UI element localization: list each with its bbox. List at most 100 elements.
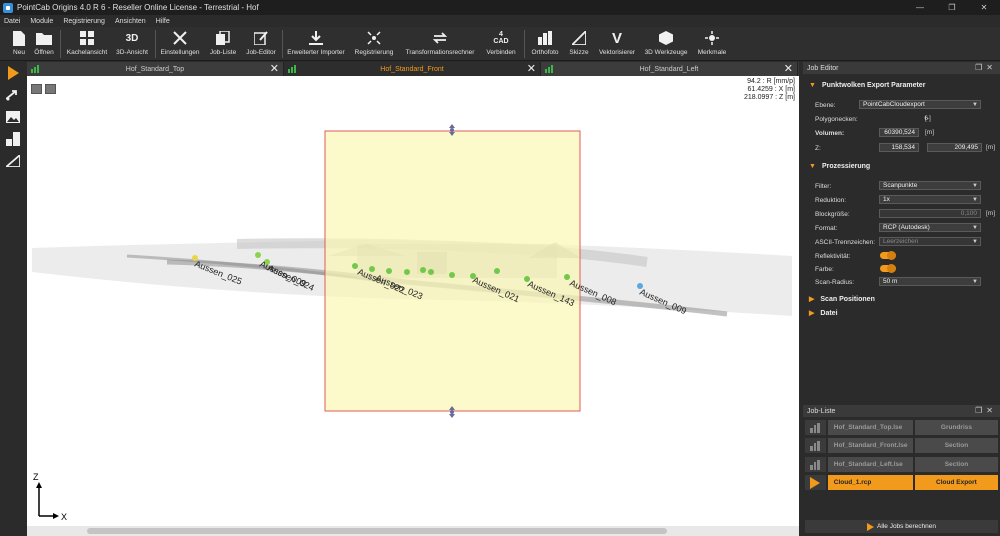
scrollbar-thumb[interactable]: [87, 528, 667, 534]
tab-hof-standard-front[interactable]: Hof_Standard_Front ✕: [284, 62, 541, 76]
reduktion-dropdown[interactable]: 1x ▼: [879, 195, 981, 204]
format-dropdown[interactable]: RCP (Autodesk) ▼: [879, 223, 981, 232]
window-title: PointCab Origins 4.0 R 6 - Reseller Onli…: [17, 3, 259, 12]
tab-hof-standard-left[interactable]: Hof_Standard_Left ✕: [541, 62, 798, 76]
dropdown-arrow-icon: ▼: [972, 239, 978, 245]
z-max-field[interactable]: 209,495: [927, 143, 982, 152]
section-processing[interactable]: ▼ Prozessierung: [809, 163, 870, 170]
tile-view-button[interactable]: Kachelansicht: [64, 29, 110, 59]
row-farbe: Farbe:: [815, 265, 834, 273]
dropdown-arrow-icon: ▼: [972, 183, 978, 189]
left-toolbar: [0, 62, 26, 536]
3d-view-button[interactable]: 3D 3D-Ansicht: [114, 29, 150, 59]
section-scan-positions[interactable]: ▶ Scan Positionen: [809, 295, 875, 304]
job-view-icon: [810, 422, 821, 433]
image-tool[interactable]: [0, 106, 26, 128]
orthophoto-icon: [538, 31, 552, 45]
farbe-toggle[interactable]: [880, 264, 896, 273]
job-list-title: Job-Liste: [807, 407, 836, 415]
z-unit: [m]: [986, 144, 996, 151]
panel-controls[interactable]: ❐✕: [975, 62, 997, 74]
menu-module[interactable]: Module: [30, 18, 53, 25]
calculate-all-jobs-button[interactable]: Alle Jobs berechnen: [805, 520, 998, 533]
settings-button[interactable]: Einstellungen: [159, 29, 201, 59]
job-list-header: Job-Liste ❐✕: [803, 405, 1000, 417]
toolbar-separator: [155, 30, 156, 58]
job-list-button[interactable]: Job-Liste: [205, 29, 241, 59]
main-toolbar: Neu Öffnen Kachelansicht 3D 3D-Ansicht E…: [0, 27, 1000, 61]
features-button[interactable]: Merkmale: [694, 29, 730, 59]
tab-close-icon[interactable]: ✕: [270, 62, 279, 76]
registration-button[interactable]: Registrierung: [352, 29, 396, 59]
play-icon: [867, 522, 875, 531]
vectorizer-button[interactable]: V Vektorisierer: [596, 29, 638, 59]
tab-hof-standard-top[interactable]: Hof_Standard_Top ✕: [27, 62, 284, 76]
point-cloud-drawing: Aussen_025 Aussen_009 Aussen_024 Aussen_…: [32, 124, 792, 522]
title-bar: PointCab Origins 4.0 R 6 - Reseller Onli…: [0, 0, 1000, 15]
menu-ansichten[interactable]: Ansichten: [115, 18, 146, 25]
volumen-field[interactable]: 60390,524: [879, 128, 919, 137]
section-file[interactable]: ▶ Datei: [809, 309, 838, 318]
job-row[interactable]: Hof_Standard_Top.lse Grundriss: [805, 420, 998, 435]
maximize-icon[interactable]: ❐: [936, 0, 968, 15]
horizontal-scrollbar[interactable]: [27, 526, 799, 536]
job-editor-button[interactable]: Job-Editor: [243, 29, 279, 59]
ebene-dropdown[interactable]: PointCabCloudexport ▼: [859, 100, 981, 109]
job-row[interactable]: Hof_Standard_Front.lse Section: [805, 438, 998, 453]
dropdown-arrow-icon: ▼: [972, 279, 978, 285]
transformation-button[interactable]: Transformationsrechner: [402, 29, 478, 59]
cube-icon: [659, 31, 673, 45]
move-tool[interactable]: [0, 84, 26, 106]
filter-dropdown[interactable]: Scanpunkte ▼: [879, 181, 981, 190]
measure-tool[interactable]: [0, 150, 26, 172]
volumen-unit: [m]: [925, 129, 935, 136]
menu-registrierung[interactable]: Registrierung: [63, 18, 105, 25]
tab-close-icon[interactable]: ✕: [527, 62, 536, 76]
job-editor-icon: [254, 31, 268, 45]
menu-hilfe[interactable]: Hilfe: [156, 18, 170, 25]
sketch-icon: [572, 31, 586, 45]
select-tool[interactable]: [0, 62, 26, 84]
tab-close-icon[interactable]: ✕: [784, 62, 793, 76]
play-select-icon: [8, 66, 19, 80]
section-export-params[interactable]: ▼ Punktwolken Export Parameter: [809, 82, 925, 89]
new-file-icon: [13, 30, 25, 46]
open-button[interactable]: Öffnen: [32, 29, 56, 59]
expand-arrow-icon: ▶: [809, 296, 815, 303]
vectorizer-icon: V: [611, 29, 622, 47]
collapse-arrow-icon: ▼: [809, 163, 816, 170]
job-row[interactable]: Hof_Standard_Left.lse Section: [805, 457, 998, 472]
move-arrow-icon: [6, 90, 17, 101]
view-tab-icon: [31, 65, 39, 73]
advanced-importer-button[interactable]: Erweiterter Importer: [285, 29, 347, 59]
point-cloud-viewport[interactable]: 94.2 : R [mm/p] 61.4259 : X [m] 218.0997…: [27, 76, 799, 526]
3d-tools-button[interactable]: 3D Werkzeuge: [642, 29, 690, 59]
job-row-active[interactable]: Cloud_1.rcp Cloud Export: [805, 475, 998, 490]
scan-radius-dropdown[interactable]: 50 m ▼: [879, 277, 981, 286]
close-icon[interactable]: ✕: [968, 0, 1000, 15]
blockgroesse-field[interactable]: 0,100: [879, 209, 981, 218]
collapse-arrow-icon: ▼: [809, 82, 816, 89]
job-editor-header: Job Editor ❐✕: [803, 62, 1000, 74]
reflektivitaet-toggle[interactable]: [880, 251, 896, 260]
menu-datei[interactable]: Datei: [4, 18, 20, 25]
tab-label: Hof_Standard_Top: [125, 65, 185, 73]
sketch-button[interactable]: Skizze: [566, 29, 592, 59]
orthophoto-button[interactable]: Orthofoto: [528, 29, 562, 59]
registration-icon: [367, 31, 381, 45]
z-min-field[interactable]: 158,534: [879, 143, 919, 152]
connect-button[interactable]: 4 CAD Verbinden: [483, 29, 519, 59]
toolbar-separator: [524, 30, 525, 58]
new-button[interactable]: Neu: [9, 29, 29, 59]
play-icon: [810, 476, 821, 489]
axis-x-label: X: [61, 512, 67, 522]
transform-icon: [432, 32, 448, 44]
minimize-icon[interactable]: —: [904, 0, 936, 15]
row-polygonecken: Polygonecken:: [815, 115, 858, 123]
layers-icon: [6, 132, 20, 146]
layers-tool[interactable]: [0, 128, 26, 150]
panel-controls[interactable]: ❐✕: [975, 405, 997, 417]
axis-z-label: Z: [33, 472, 39, 482]
ascii-separator-dropdown[interactable]: Leerzeichen ▼: [879, 237, 981, 246]
view-tab-icon: [545, 65, 553, 73]
